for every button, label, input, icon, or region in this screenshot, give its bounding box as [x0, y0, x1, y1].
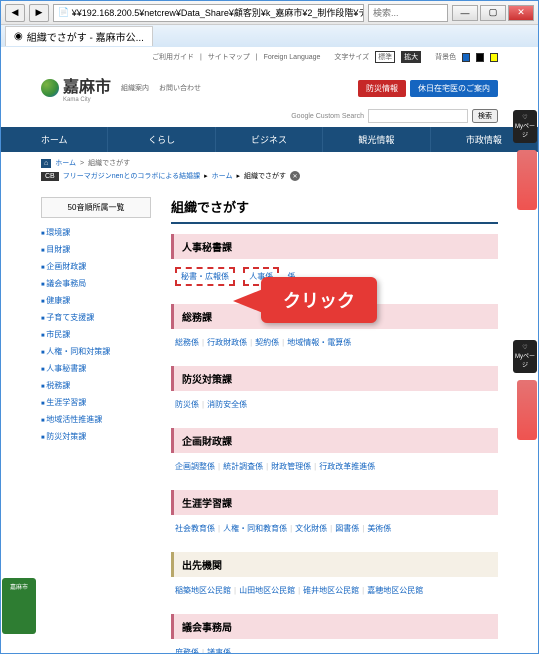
dept-link[interactable]: 統計調査係: [223, 462, 263, 471]
sidebar-item[interactable]: 市民課: [41, 326, 151, 343]
dept-link[interactable]: 嘉穂地区公民館: [367, 586, 423, 595]
close-button[interactable]: ✕: [508, 5, 534, 21]
kama-badge[interactable]: 嘉麻市: [2, 578, 36, 634]
favicon: ◉: [14, 31, 23, 42]
gsearch-label: Google Custom Search: [291, 113, 364, 120]
bg-black[interactable]: [476, 53, 484, 62]
logo-icon: [41, 79, 59, 97]
dept-link[interactable]: 碓井地区公民館: [303, 586, 359, 595]
main-nav: ホーム くらし ビジネス 観光情報 市政情報: [1, 127, 538, 152]
sidebar-item[interactable]: 企画財政課: [41, 258, 151, 275]
mypage-widget[interactable]: ♡Myページ: [513, 110, 537, 143]
browser-tab[interactable]: ◉ 組織でさがす - 嘉麻市公...: [5, 26, 153, 46]
cta-bousai[interactable]: 防災情報: [358, 80, 406, 97]
sidebar-item[interactable]: 議会事務局: [41, 275, 151, 292]
dept-link[interactable]: 山田地区公民館: [239, 586, 295, 595]
bc-home[interactable]: ホーム: [55, 158, 76, 168]
sidebar-item[interactable]: 地域活性推進課: [41, 411, 151, 428]
mypage-widget-2[interactable]: ♡Myページ: [513, 340, 537, 373]
section-header: 防災対策課: [171, 366, 498, 391]
nav-biz[interactable]: ビジネス: [216, 127, 323, 152]
bg-yellow[interactable]: [490, 53, 498, 62]
close-icon[interactable]: ✕: [290, 171, 300, 181]
dept-link[interactable]: 総務係: [175, 338, 199, 347]
dept-link[interactable]: 契約係: [255, 338, 279, 347]
contact-link[interactable]: お問い合わせ: [159, 83, 201, 93]
section-header: 企画財政課: [171, 428, 498, 453]
dept-link[interactable]: 係: [287, 272, 295, 281]
sidebar-item[interactable]: 健康課: [41, 292, 151, 309]
utility-bar: ご利用ガイド| サイトマップ| Foreign Language 文字サイズ 標…: [1, 47, 538, 67]
min-button[interactable]: —: [452, 5, 478, 21]
site-logo[interactable]: 嘉麻市Kama City: [41, 73, 111, 103]
fontsize-std[interactable]: 標準: [375, 51, 395, 63]
max-button[interactable]: ▢: [480, 5, 506, 21]
section-header: 人事秘書課: [171, 234, 498, 259]
dept-link[interactable]: 地域情報・電算係: [287, 338, 351, 347]
sidebar-item[interactable]: 生涯学習課: [41, 394, 151, 411]
browser-search[interactable]: [368, 4, 448, 22]
bg-blue[interactable]: [462, 53, 470, 62]
dept-link[interactable]: 人権・同和教育係: [223, 524, 287, 533]
sidebar-list: 環境課目財課企画財政課議会事務局健康課子育て支援課市民課人権・同和対策課人事秘書…: [41, 224, 151, 445]
dept-link[interactable]: 庶務係: [175, 648, 199, 653]
org-link[interactable]: 組織案内: [121, 83, 149, 93]
util-sitemap[interactable]: サイトマップ: [208, 52, 250, 62]
section-header: 総務課: [171, 304, 498, 329]
dept-link[interactable]: 稲築地区公民館: [175, 586, 231, 595]
nav-home[interactable]: ホーム: [1, 127, 108, 152]
dept-link[interactable]: 美術係: [367, 524, 391, 533]
sidebar-item[interactable]: 人権・同和対策課: [41, 343, 151, 360]
forward-button[interactable]: ▶: [29, 4, 49, 22]
fontsize-lg[interactable]: 拡大: [401, 51, 421, 63]
sidebar-item[interactable]: 子育て支援課: [41, 309, 151, 326]
dept-link[interactable]: 文化財係: [295, 524, 327, 533]
util-lang[interactable]: Foreign Language: [264, 54, 321, 61]
sidebar-item[interactable]: 防災対策課: [41, 428, 151, 445]
dept-link[interactable]: 企画調整係: [175, 462, 215, 471]
section-header: 生涯学習課: [171, 490, 498, 515]
back-button[interactable]: ◀: [5, 4, 25, 22]
dept-link[interactable]: 財政管理係: [271, 462, 311, 471]
tab-title: 組織でさがす - 嘉麻市公...: [27, 29, 144, 44]
sidebar-item[interactable]: 環境課: [41, 224, 151, 241]
dept-link[interactable]: 防災係: [175, 400, 199, 409]
cta-holiday[interactable]: 休日在宅医のご案内: [410, 80, 498, 97]
bc-current: 組織でさがす: [88, 158, 130, 168]
cb-badge: CB: [41, 172, 59, 181]
sub-home[interactable]: ホーム: [212, 171, 233, 181]
dept-link[interactable]: 図書係: [335, 524, 359, 533]
side-banner-2[interactable]: [517, 380, 537, 440]
dept-link[interactable]: 社会教育係: [175, 524, 215, 533]
dept-link[interactable]: 議事係: [207, 648, 231, 653]
nav-life[interactable]: くらし: [108, 127, 215, 152]
nav-tour[interactable]: 観光情報: [323, 127, 430, 152]
sub-link[interactable]: フリーマガジンnenとのコラボによる結婚課: [63, 171, 200, 181]
home-icon[interactable]: ⌂: [41, 159, 51, 168]
sidebar-item[interactable]: 税務課: [41, 377, 151, 394]
sidebar-item[interactable]: 目財課: [41, 241, 151, 258]
section-header: 出先機関: [171, 552, 498, 577]
breadcrumb: ⌂ ホーム > 組織でさがす: [41, 158, 498, 168]
site-search-button[interactable]: 検索: [472, 109, 498, 123]
site-search-input[interactable]: [368, 109, 468, 123]
address-bar[interactable]: 📄 ¥¥192.168.200.5¥netcrew¥Data_Share¥顧客別…: [53, 4, 364, 22]
section-header: 議会事務局: [171, 614, 498, 639]
sidebar-title: 50音順所属一覧: [41, 197, 151, 218]
dept-link[interactable]: 行政改革推進係: [319, 462, 375, 471]
side-banner-1[interactable]: [517, 150, 537, 210]
util-guide[interactable]: ご利用ガイド: [152, 52, 194, 62]
dept-link[interactable]: 秘書・広報係: [181, 272, 229, 281]
dept-link[interactable]: 行政財政係: [207, 338, 247, 347]
dept-link[interactable]: 人事係: [249, 272, 273, 281]
dept-link[interactable]: 消防安全係: [207, 400, 247, 409]
sidebar-item[interactable]: 人事秘書課: [41, 360, 151, 377]
page-title: 組織でさがす: [171, 197, 498, 224]
